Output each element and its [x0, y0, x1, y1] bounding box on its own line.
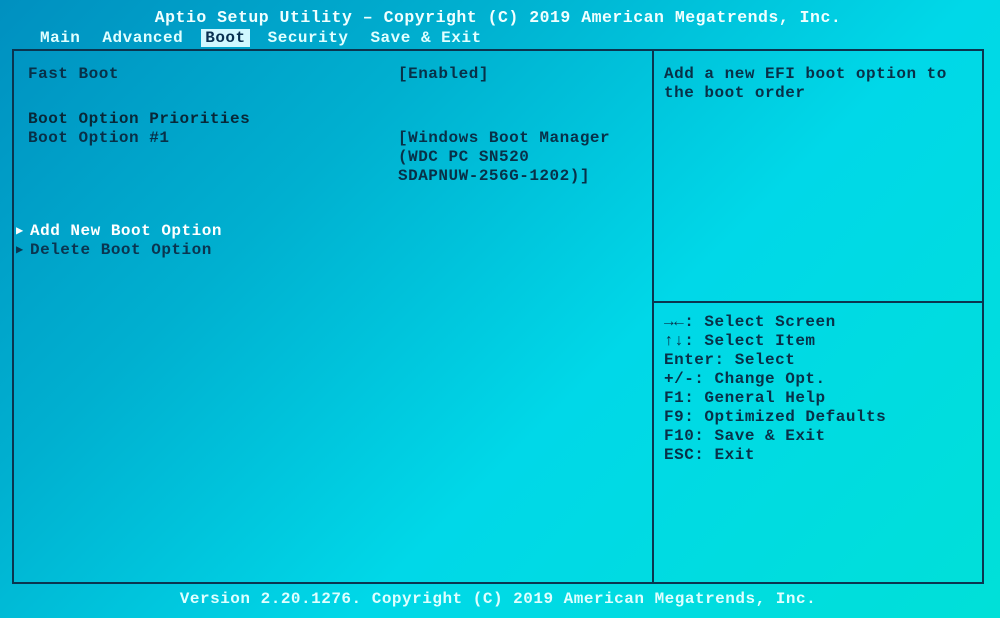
- delete-boot-option-label: Delete Boot Option: [30, 241, 212, 260]
- delete-boot-option[interactable]: ▶ Delete Boot Option: [16, 241, 642, 260]
- keyhelp-change-opt: +/-: Change Opt.: [664, 370, 972, 389]
- menu-save-exit[interactable]: Save & Exit: [366, 29, 485, 47]
- keyhelp-select-item: ↑↓: Select Item: [664, 332, 972, 351]
- right-pane: Add a new EFI boot option to the boot or…: [652, 51, 982, 582]
- keyhelp-save-exit: F10: Save & Exit: [664, 427, 972, 446]
- keyhelp-enter: Enter: Select: [664, 351, 972, 370]
- fast-boot-row[interactable]: Fast Boot [Enabled]: [28, 65, 642, 84]
- item-help-box: Add a new EFI boot option to the boot or…: [654, 51, 982, 301]
- boot-priorities-header: Boot Option Priorities: [28, 110, 642, 129]
- add-new-boot-option[interactable]: ▶ Add New Boot Option: [16, 222, 642, 241]
- key-help-box: →←: Select Screen ↑↓: Select Item Enter:…: [654, 301, 982, 475]
- add-new-boot-option-label: Add New Boot Option: [30, 222, 222, 241]
- item-help-line2: the boot order: [664, 84, 972, 103]
- fast-boot-label: Fast Boot: [28, 65, 398, 84]
- version-footer: Version 2.20.1276. Copyright (C) 2019 Am…: [12, 584, 984, 610]
- boot-option-1-value-line2: (WDC PC SN520: [398, 148, 642, 167]
- boot-option-1-value-line1: [Windows Boot Manager: [398, 129, 642, 148]
- menu-advanced[interactable]: Advanced: [98, 29, 187, 47]
- menu-bar: Main Advanced Boot Security Save & Exit: [12, 29, 984, 49]
- keyhelp-esc-exit: ESC: Exit: [664, 446, 972, 465]
- setup-title: Aptio Setup Utility – Copyright (C) 2019…: [12, 6, 984, 29]
- content-frame: Fast Boot [Enabled] Boot Option Prioriti…: [12, 49, 984, 584]
- fast-boot-value: [Enabled]: [398, 65, 642, 84]
- keyhelp-optimized-defaults: F9: Optimized Defaults: [664, 408, 972, 427]
- menu-security[interactable]: Security: [264, 29, 353, 47]
- keyhelp-general-help: F1: General Help: [664, 389, 972, 408]
- triangle-right-icon: ▶: [16, 241, 30, 260]
- boot-option-1-value: [Windows Boot Manager (WDC PC SN520 SDAP…: [398, 129, 642, 186]
- boot-option-1-row[interactable]: Boot Option #1 [Windows Boot Manager (WD…: [28, 129, 642, 186]
- keyhelp-select-screen: →←: Select Screen: [664, 313, 972, 332]
- triangle-right-icon: ▶: [16, 222, 30, 241]
- menu-boot[interactable]: Boot: [201, 29, 249, 47]
- item-help-line1: Add a new EFI boot option to: [664, 65, 972, 84]
- left-pane: Fast Boot [Enabled] Boot Option Prioriti…: [14, 51, 652, 582]
- menu-main[interactable]: Main: [36, 29, 84, 47]
- boot-option-1-label: Boot Option #1: [28, 129, 398, 186]
- boot-option-1-value-line3: SDAPNUW-256G-1202)]: [398, 167, 642, 186]
